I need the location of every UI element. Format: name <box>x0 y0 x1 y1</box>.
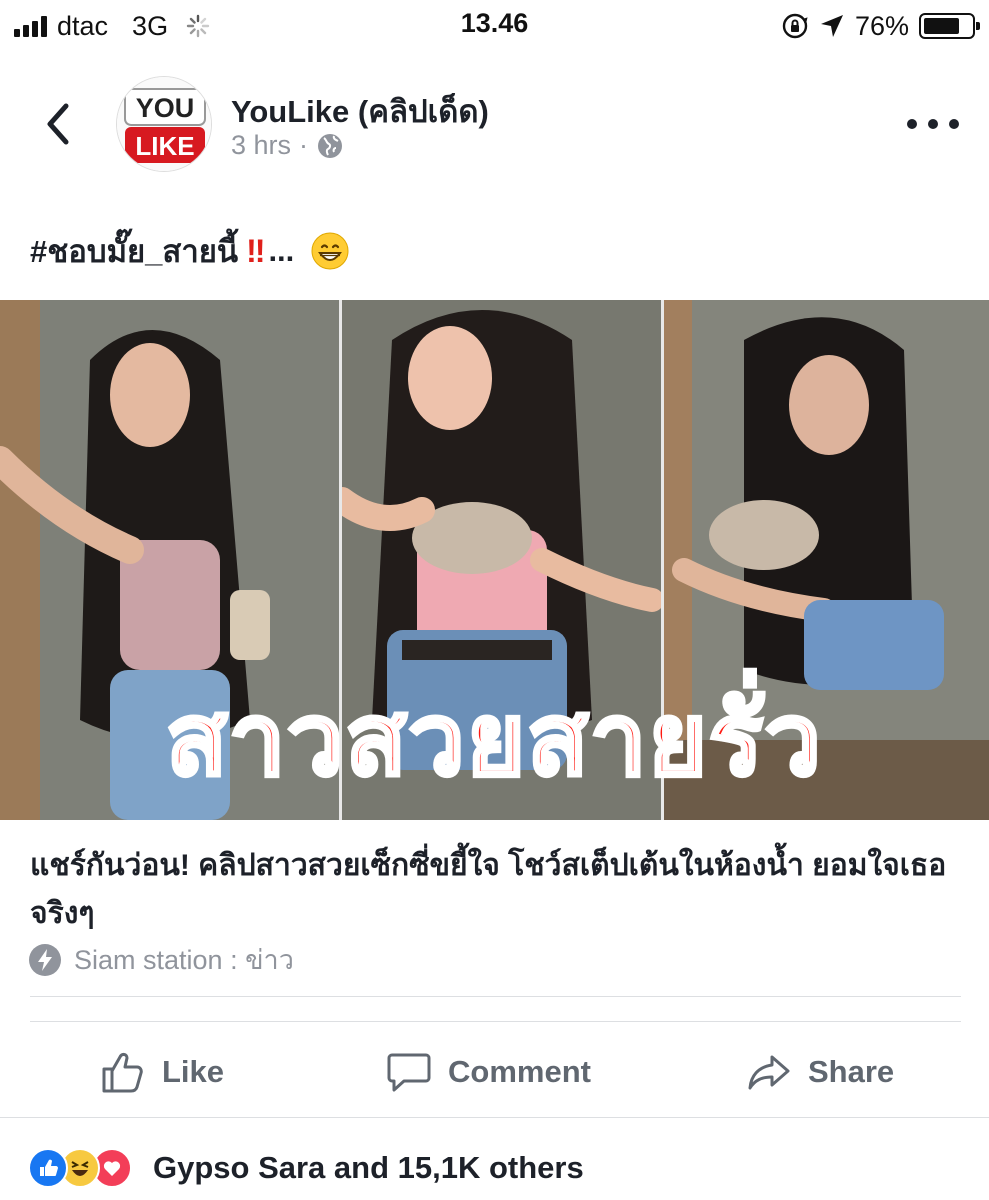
post-caption: #ชอบมั๊ย_สายนี้ ‼ ... <box>30 226 350 276</box>
page-avatar[interactable]: YOU LIKE <box>116 76 212 172</box>
logo-text-top: YOU <box>136 93 195 123</box>
battery-percent: 76% <box>854 10 909 41</box>
comment-button[interactable]: Comment <box>386 1030 591 1114</box>
page-name-link[interactable]: YouLike (คลิปเด็ด) <box>231 86 489 136</box>
like-icon <box>28 1148 68 1188</box>
lightning-bolt-icon <box>29 943 61 976</box>
comment-bubble-icon <box>387 1053 431 1092</box>
share-button[interactable]: Share <box>746 1030 894 1114</box>
logo-text-bottom: LIKE <box>135 131 194 161</box>
loading-spinner-icon <box>186 14 210 38</box>
grinning-emoji-icon <box>311 232 349 270</box>
link-source: Siam station : ข่าว <box>28 938 294 981</box>
battery-fill <box>924 18 959 34</box>
meta-separator: · <box>299 130 309 160</box>
carrier-label: dtac <box>57 10 109 41</box>
reaction-icons <box>28 1148 132 1188</box>
double-exclamation-icon: ‼ <box>246 232 265 269</box>
globe-icon <box>318 133 343 158</box>
network-label: 3G <box>132 10 169 41</box>
link-source-text: Siam station : ข่าว <box>74 945 294 975</box>
caption-hashtag[interactable]: #ชอบมั๊ย_สายนี้ <box>30 226 238 276</box>
back-button[interactable] <box>36 98 80 150</box>
share-label: Share <box>808 1054 895 1089</box>
like-button[interactable]: Like <box>100 1030 224 1114</box>
divider <box>30 1021 961 1022</box>
youlike-logo: YOU LIKE <box>117 77 211 171</box>
link-title[interactable]: แชร์กันว่อน! คลิปสาวสวยเซ็กซี่ขยี้ใจ โชว… <box>30 842 965 938</box>
action-bar: Like Comment Share <box>0 1030 989 1114</box>
rotation-lock-icon <box>782 13 808 39</box>
chevron-left-icon <box>47 103 69 145</box>
status-left: dtac 3G <box>14 8 210 44</box>
battery-icon <box>919 13 980 39</box>
divider <box>30 996 961 997</box>
media-overlay-text: สาวสวยสายรั่ว <box>164 681 823 798</box>
status-right: 76% <box>781 8 980 44</box>
location-arrow-icon <box>820 15 843 37</box>
reactions-summary[interactable]: Gypso Sara and 15,1K others <box>0 1117 989 1200</box>
share-arrow-icon <box>748 1055 790 1090</box>
post-meta: 3 hrs · <box>231 130 344 161</box>
signal-strength-icon <box>14 15 47 37</box>
more-options-button[interactable] <box>907 108 959 140</box>
status-bar: dtac 3G 13.46 76% <box>0 0 989 52</box>
caption-ellipsis: ... <box>268 233 295 268</box>
comment-label: Comment <box>448 1054 591 1089</box>
like-label: Like <box>162 1054 225 1089</box>
post-time[interactable]: 3 hrs <box>231 130 291 161</box>
reactions-text[interactable]: Gypso Sara and 15,1K others <box>153 1150 584 1186</box>
post-media[interactable]: สาวสวยสายรั่ว <box>0 300 989 820</box>
thumbs-up-icon <box>102 1053 143 1093</box>
